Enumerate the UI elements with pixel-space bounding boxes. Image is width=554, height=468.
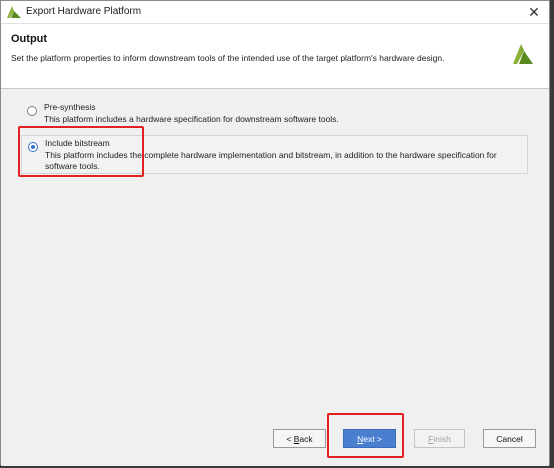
cancel-button[interactable]: Cancel [483, 429, 536, 448]
button-bar: < Back Next > Finish Cancel [1, 406, 549, 466]
finish-button: Finish [414, 429, 465, 448]
export-hardware-platform-dialog: Export Hardware Platform ✕ Output Set th… [0, 0, 550, 466]
vivado-logo-icon [513, 44, 533, 64]
pre-synthesis-radio[interactable] [27, 106, 37, 116]
vivado-logo-icon [7, 6, 21, 18]
page-description: Set the platform properties to inform do… [11, 53, 445, 63]
back-button[interactable]: < Back [273, 429, 326, 448]
wizard-header: Output Set the platform properties to in… [1, 24, 549, 89]
option-description: This platform includes a hardware specif… [44, 114, 339, 124]
annotation-highlight-option [18, 126, 144, 177]
back-label: ack [299, 434, 313, 444]
title-bar: Export Hardware Platform ✕ [1, 1, 549, 24]
annotation-highlight-next [327, 413, 404, 458]
page-title: Output [11, 33, 48, 45]
back-prefix: < [286, 434, 294, 444]
option-pre-synthesis[interactable]: Pre-synthesis This platform includes a h… [21, 100, 528, 128]
finish-label: inish [433, 434, 451, 444]
option-label: Pre-synthesis [44, 102, 96, 112]
close-icon[interactable]: ✕ [525, 3, 543, 21]
window-title: Export Hardware Platform [26, 6, 142, 17]
